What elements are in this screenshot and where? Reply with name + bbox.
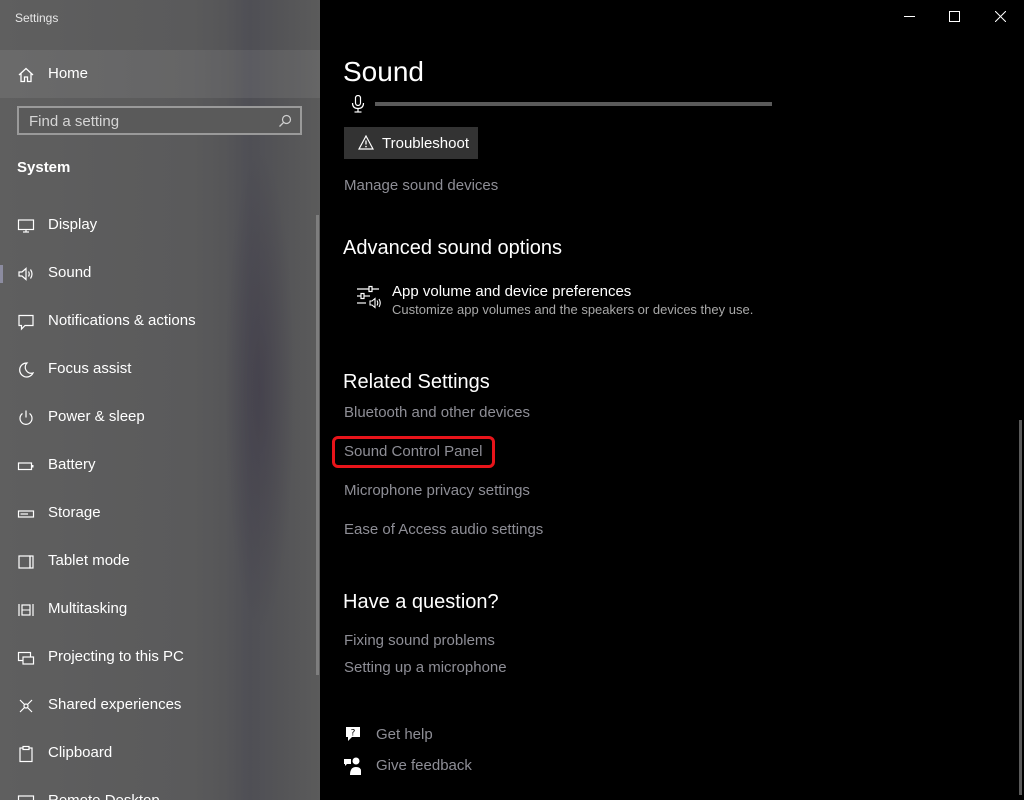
sidebar-item-storage[interactable]: Storage [0,494,320,534]
sidebar-item-label: Battery [48,456,96,473]
sidebar-item-notifications[interactable]: Notifications & actions [0,302,320,342]
clipboard-icon [19,745,33,763]
window-title: Settings [15,11,59,25]
sidebar-item-label: Storage [48,504,101,521]
display-icon [17,219,35,233]
give-feedback-link[interactable]: Give feedback [343,754,543,778]
moon-icon [19,362,35,378]
sidebar-item-label: Notifications & actions [48,312,196,329]
projecting-icon [17,651,35,665]
sidebar-item-label: Shared experiences [48,696,182,713]
search-input[interactable]: Find a setting [17,106,302,135]
minimize-button[interactable] [887,0,933,32]
app-volume-description: Customize app volumes and the speakers o… [392,302,754,317]
highlight-box [332,436,495,468]
notification-icon [18,314,34,331]
troubleshoot-button[interactable]: Troubleshoot [344,127,478,159]
sidebar-item-shared-experiences[interactable]: Shared experiences [0,686,320,726]
search-icon[interactable] [278,114,292,128]
troubleshoot-label: Troubleshoot [382,135,469,152]
tablet-icon [18,555,34,569]
sidebar-item-label: Clipboard [48,744,113,761]
microphone-level-meter [375,102,772,106]
get-help-link[interactable]: ? Get help [343,723,543,747]
sidebar-item-battery[interactable]: Battery [0,446,320,486]
warning-icon [358,135,374,150]
sidebar-item-label: Projecting to this PC [48,648,184,665]
sidebar-item-label: Tablet mode [48,552,130,569]
close-button[interactable] [978,0,1024,32]
sliders-speaker-icon [357,285,381,309]
home-icon [18,67,34,83]
sidebar-item-display[interactable]: Display [0,206,320,246]
app-volume-title: App volume and device preferences [392,283,632,300]
shared-icon [19,699,33,713]
sidebar-item-sound[interactable]: Sound [0,254,320,294]
sidebar-item-label: Display [48,216,98,233]
maximize-button[interactable] [932,0,978,32]
app-volume-preferences[interactable]: App volume and device preferences Custom… [344,280,764,324]
sidebar-item-focus-assist[interactable]: Focus assist [0,350,320,390]
fixing-sound-problems-link[interactable]: Fixing sound problems [344,632,495,649]
search-placeholder: Find a setting [29,113,120,130]
minimize-icon [904,16,915,17]
setting-up-microphone-link[interactable]: Setting up a microphone [344,659,507,676]
sidebar-item-power-sleep[interactable]: Power & sleep [0,398,320,438]
multitasking-icon [18,604,34,616]
ease-of-access-audio-link[interactable]: Ease of Access audio settings [344,521,543,538]
page-title: Sound [343,56,424,87]
sidebar-item-label: Multitasking [48,600,128,617]
content-scrollbar[interactable] [1019,420,1022,795]
bluetooth-devices-link[interactable]: Bluetooth and other devices [344,404,530,421]
power-icon [19,410,33,425]
microphone-privacy-link[interactable]: Microphone privacy settings [344,482,530,499]
remote-desktop-icon [17,795,35,800]
storage-icon [17,510,35,518]
sidebar-home[interactable]: Home [0,50,320,98]
microphone-icon [351,95,365,113]
close-icon [995,11,1006,22]
sidebar-item-projecting[interactable]: Projecting to this PC [0,638,320,678]
battery-icon [17,462,34,471]
advanced-sound-options-heading: Advanced sound options [343,237,563,259]
have-a-question-heading: Have a question? [343,591,499,613]
sidebar-item-multitasking[interactable]: Multitasking [0,590,320,630]
settings-sidebar: Settings Home Find a setting System Disp… [0,0,320,800]
speaker-icon [18,267,33,281]
sidebar-item-remote-desktop[interactable]: Remote Desktop [0,782,320,800]
sidebar-scrollbar[interactable] [316,215,319,675]
sidebar-item-label: Power & sleep [48,408,145,425]
help-chat-icon: ? [346,727,360,741]
sidebar-item-clipboard[interactable]: Clipboard [0,734,320,774]
feedback-icon [344,757,361,775]
sidebar-item-label: Sound [48,264,92,281]
svg-text:?: ? [351,729,356,739]
manage-sound-devices-link[interactable]: Manage sound devices [344,177,498,194]
give-feedback-label: Give feedback [376,757,472,774]
sidebar-home-label: Home [48,65,89,82]
sidebar-item-label: Remote Desktop [48,792,160,800]
get-help-label: Get help [376,726,433,743]
maximize-icon [949,11,960,22]
sidebar-section-system: System [17,159,71,176]
related-settings-heading: Related Settings [343,371,490,393]
sidebar-item-label: Focus assist [48,360,132,377]
sidebar-item-tablet-mode[interactable]: Tablet mode [0,542,320,582]
